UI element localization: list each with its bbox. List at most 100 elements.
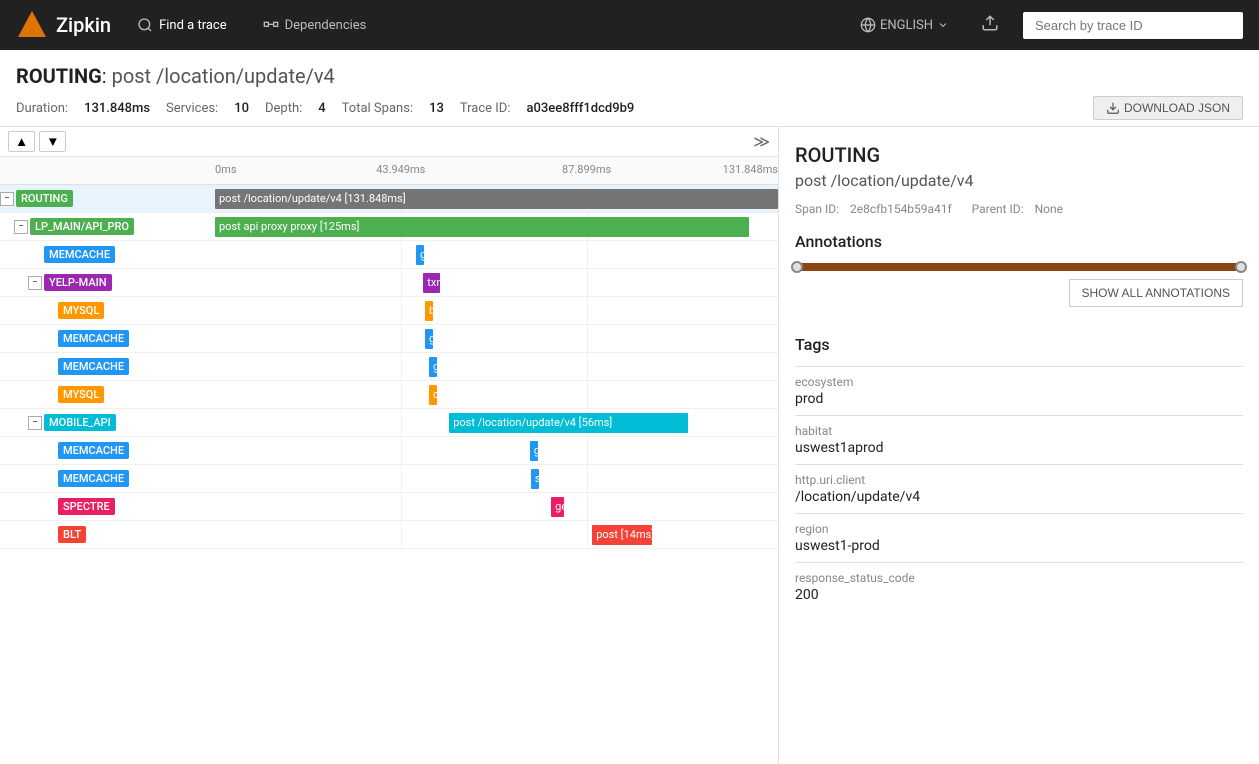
nav-find-trace-label: Find a trace: [159, 18, 227, 33]
service-badge: MEMCACHE: [44, 246, 115, 263]
span-bar[interactable]: post api proxy proxy [125ms]: [215, 217, 749, 237]
span-bar[interactable]: post [14ms]: [592, 525, 652, 545]
span-bar[interactable]: post /location/update/v4 [56ms]: [449, 413, 688, 433]
span-bar[interactable]: get user_details_cache-20150901 [1.068ms…: [425, 329, 433, 349]
span-id-value: 2e8cfb154b59a41f: [850, 202, 952, 216]
total-spans-label: Total Spans:: [342, 101, 413, 116]
depth-value: 4: [318, 101, 325, 116]
table-row[interactable]: MEMCACHE set mobile_api_nonce [1.026ms]: [0, 465, 778, 493]
table-row[interactable]: MEMCACHE get my_cache_name_v2 [993µs]: [0, 241, 778, 269]
collapse-button[interactable]: −: [14, 220, 28, 234]
service-badge: LP_MAIN/API_PRO: [30, 218, 134, 235]
nav-dependencies[interactable]: Dependencies: [253, 11, 377, 39]
table-row[interactable]: MEMCACHE get_multi mobile_api_nonce [1.06…: [0, 437, 778, 465]
title-service: ROUTING: [16, 64, 102, 88]
span-bar[interactable]: post /location/update/v4 [131.848ms]: [215, 189, 778, 209]
table-row[interactable]: MYSQL commit [374µs]: [0, 381, 778, 409]
span-bar[interactable]: txn: user_get_basic_and_scout_info [3.88…: [423, 273, 440, 293]
detail-endpoint: post /location/update/v4: [795, 171, 1243, 190]
language-label: ENGLISH: [880, 18, 933, 33]
service-badge: MEMCACHE: [58, 358, 129, 375]
tag-key: habitat: [795, 424, 1243, 438]
detail-panel: ROUTING post /location/update/v4 Span ID…: [779, 127, 1259, 764]
logo[interactable]: Zipkin: [16, 9, 111, 41]
expand-down-button[interactable]: ▼: [39, 131, 66, 152]
services-label: Services:: [166, 101, 218, 116]
download-json-button[interactable]: DOWNLOAD JSON: [1093, 96, 1243, 120]
table-row[interactable]: BLT post [14ms]: [0, 521, 778, 549]
list-item: http.uri.client/location/update/v4: [795, 464, 1243, 513]
logo-text: Zipkin: [56, 13, 111, 37]
tags-section: Tags ecosystem prod habitatuswest1aprodhtt…: [795, 335, 1243, 611]
dependencies-icon: [263, 17, 279, 33]
language-selector[interactable]: ENGLISH: [852, 13, 957, 37]
parent-id-value: None: [1035, 202, 1063, 216]
upload-icon: [981, 14, 999, 32]
depth-label: Depth:: [265, 101, 302, 116]
detail-span-meta: Span ID: 2e8cfb154b59a41f Parent ID: Non…: [795, 202, 1243, 216]
meta-bar: Duration: 131.848ms Services: 10 Depth: …: [16, 96, 1243, 120]
services-value: 10: [234, 101, 249, 116]
download-btn-label: DOWNLOAD JSON: [1124, 101, 1230, 115]
service-badge: MYSQL: [58, 302, 104, 319]
time-tick-0: 0ms: [215, 163, 237, 176]
annotation-bar-bg: [795, 263, 1243, 271]
table-row[interactable]: MEMCACHEget user_details_cache-20150901 …: [0, 325, 778, 353]
span-id-label: Span ID:: [795, 202, 839, 216]
service-badge: BLT: [58, 526, 86, 543]
annotation-bar: SHOW ALL ANNOTATIONS: [795, 263, 1243, 315]
table-row[interactable]: SPECTRE get [3ms]: [0, 493, 778, 521]
annotation-dot-right: [1235, 261, 1247, 273]
nav-find-trace[interactable]: Find a trace: [127, 11, 237, 39]
table-row[interactable]: −LP_MAIN/API_PRO post api proxy proxy [12…: [0, 213, 778, 241]
span-bar[interactable]: get_multi mobile_api_nonce [1.066ms]: [530, 441, 538, 461]
parent-id-label: Parent ID:: [972, 202, 1024, 216]
span-bar[interactable]: set mobile_api_nonce [1.026ms]: [531, 469, 539, 489]
span-bar[interactable]: commit [374µs]: [429, 385, 437, 405]
search-input[interactable]: [1023, 12, 1243, 39]
collapse-button[interactable]: −: [28, 416, 42, 430]
table-row[interactable]: MYSQL begin [445µs]: [0, 297, 778, 325]
time-tick-2: 87.899ms: [562, 163, 611, 176]
expand-up-button[interactable]: ▲: [8, 131, 35, 152]
span-bar[interactable]: get [3ms]: [551, 497, 564, 517]
collapse-button[interactable]: −: [0, 192, 14, 206]
tags-title: Tags: [795, 335, 1243, 354]
tag-key: response_status_code: [795, 571, 1243, 585]
span-bar[interactable]: get my_cache_name_v2 [993µs]: [416, 245, 424, 265]
service-badge: MEMCACHE: [58, 442, 129, 459]
expand-all-icon[interactable]: ≫: [753, 132, 770, 151]
trace-panel: ▲ ▼ ≫ 0ms 43.949ms 87.899ms 131.848ms −R…: [0, 127, 779, 764]
table-row[interactable]: MEMCACHE get_multi my_cache_name_v1 [233µ…: [0, 353, 778, 381]
service-badge: MOBILE_API: [44, 414, 116, 431]
annotation-dot-left: [791, 261, 803, 273]
total-spans-value: 13: [429, 101, 444, 116]
span-rows-container: −ROUTINGpost /location/update/v4 [131.84…: [0, 185, 778, 549]
tag-key: ecosystem: [795, 375, 1243, 389]
trace-id-label: Trace ID:: [460, 101, 511, 116]
list-item: habitatuswest1aprod: [795, 415, 1243, 464]
title-endpoint: post /location/update/v4: [112, 64, 335, 88]
span-bar[interactable]: get_multi my_cache_name_v1 [233µs]: [429, 357, 437, 377]
tag-value: uswest1-prod: [795, 538, 1243, 554]
upload-button[interactable]: [973, 10, 1007, 40]
list-item: regionuswest1-prod: [795, 513, 1243, 562]
list-item: response_status_code 200: [795, 562, 1243, 611]
table-row[interactable]: −YELP-MAINtxn: user_get_basic_and_scout_…: [0, 269, 778, 297]
service-badge: MEMCACHE: [58, 470, 129, 487]
time-tick-1: 43.949ms: [376, 163, 425, 176]
table-row[interactable]: −MOBILE_API post /location/update/v4 [56m…: [0, 409, 778, 437]
duration-value: 131.848ms: [84, 101, 150, 116]
page-title: ROUTING: post /location/update/v4: [16, 64, 1243, 88]
tag-value: 200: [795, 587, 1243, 603]
service-badge: MYSQL: [58, 386, 104, 403]
search-icon: [137, 17, 153, 33]
table-row[interactable]: −ROUTINGpost /location/update/v4 [131.84…: [0, 185, 778, 213]
detail-service: ROUTING: [795, 143, 1243, 167]
collapse-button[interactable]: −: [28, 276, 42, 290]
span-bar[interactable]: begin [445µs]: [425, 301, 433, 321]
show-all-annotations-button[interactable]: SHOW ALL ANNOTATIONS: [1069, 279, 1243, 307]
tag-value: prod: [795, 391, 1243, 407]
service-badge: SPECTRE: [58, 498, 115, 515]
nav-dependencies-label: Dependencies: [285, 18, 367, 33]
